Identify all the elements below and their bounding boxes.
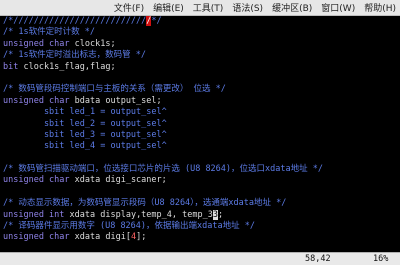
menu-window[interactable]: 窗口(W) <box>321 1 355 14</box>
status-bar: 58,42 16% <box>0 252 400 265</box>
code-line: sbit led_4 = output_sel^ <box>3 141 167 152</box>
code-line: unsigned int xdata display,temp_4, temp_… <box>3 209 224 220</box>
code-line: /*///////////////////////////*/ <box>3 16 162 26</box>
menu-file[interactable]: 文件(F) <box>114 1 144 14</box>
menu-tools[interactable]: 工具(T) <box>193 1 224 14</box>
code-line: unsigned char xdata digi[4]; <box>3 232 147 243</box>
menu-bar: 文件(F) 编辑(E) 工具(T) 语法(S) 缓冲区(B) 窗口(W) 帮助(… <box>0 0 400 16</box>
code-line: unsigned char bdata output_sel; <box>3 95 162 106</box>
menu-edit[interactable]: 编辑(E) <box>153 1 184 14</box>
menu-help[interactable]: 帮助(H) <box>364 1 396 14</box>
code-line: bit clock1s_flag,flag; <box>3 61 116 72</box>
code-line: /* 1s软件定时计数 */ <box>3 27 95 38</box>
code-line: sbit led_2 = output_sel^ <box>3 118 167 129</box>
menu-syntax[interactable]: 语法(S) <box>232 1 263 14</box>
cursor-position: 58,42 <box>305 254 331 264</box>
code-editor[interactable]: /*///////////////////////////*/ /* 1s软件定… <box>0 16 400 252</box>
code-line: sbit led_1 = output_sel^ <box>3 107 167 118</box>
menu-buffers[interactable]: 缓冲区(B) <box>272 1 312 14</box>
scroll-percent: 16% <box>373 254 389 264</box>
code-line: /* 译码器件显示用数字 (U8 8264)，依据输出端xdata地址 */ <box>3 221 255 232</box>
code-line: unsigned char clock1s; <box>3 38 116 49</box>
code-line: /* 数码管扫描驱动端口，位选接口芯片的片选 (U8 8264)，位选口xdat… <box>3 164 323 175</box>
code-line: /* 动态显示数据，为数码管显示段码（U8 8264），选通端xdata地址 *… <box>3 198 287 209</box>
code-line: /* 数码管段码控制端口与主板的关系（需更改） 位选 */ <box>3 84 226 95</box>
code-line: unsigned char xdata digi_scaner; <box>3 175 167 186</box>
code-line: /* 1s软件定时溢出标志，数码管 */ <box>3 50 146 61</box>
code-line: sbit led_3 = output_sel^ <box>3 129 167 140</box>
